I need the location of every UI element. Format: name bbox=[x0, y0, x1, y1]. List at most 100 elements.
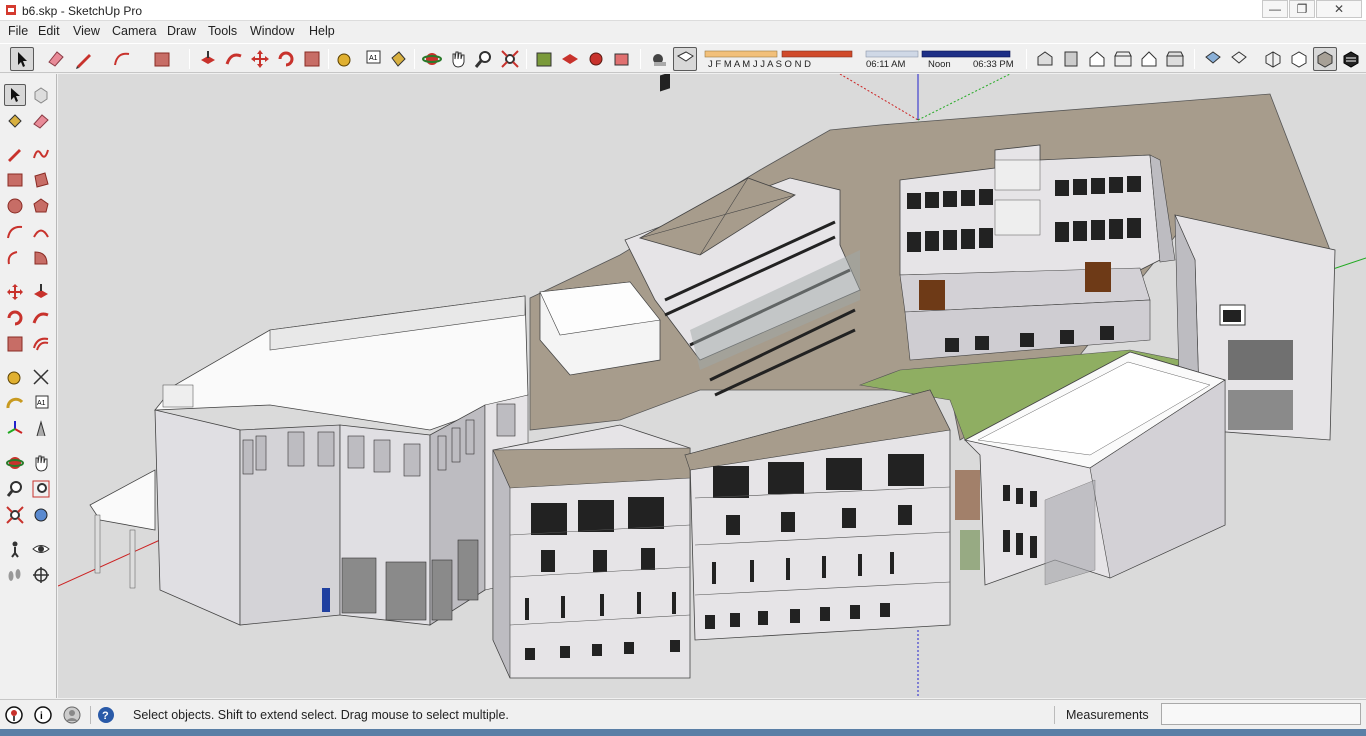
right-building-window bbox=[1228, 340, 1293, 380]
credits-icon[interactable]: i bbox=[33, 705, 53, 725]
left-tape-measure-button[interactable] bbox=[4, 366, 26, 388]
protractor-icon bbox=[6, 397, 24, 409]
left-scale-button[interactable] bbox=[4, 333, 26, 355]
left-arc-button[interactable] bbox=[4, 221, 26, 243]
menu-file[interactable]: File bbox=[8, 24, 28, 38]
warehouse-button[interactable] bbox=[532, 47, 556, 71]
view-iso-button[interactable] bbox=[1033, 47, 1057, 71]
left-follow-me-button[interactable] bbox=[30, 307, 52, 329]
pan-tool-button[interactable] bbox=[446, 47, 470, 71]
left-zoom-window-button[interactable] bbox=[30, 478, 52, 500]
left-pie-button[interactable] bbox=[30, 247, 52, 269]
follow-me-tool-button[interactable] bbox=[222, 47, 246, 71]
xray-style-button[interactable] bbox=[1201, 47, 1225, 71]
model-viewport[interactable] bbox=[58, 74, 1366, 698]
left-previous-view-button[interactable] bbox=[30, 504, 52, 526]
scale-tool-button[interactable] bbox=[300, 47, 324, 71]
menu-window[interactable]: Window bbox=[250, 24, 294, 38]
left-circle-button[interactable] bbox=[4, 195, 26, 217]
maximize-button[interactable]: ❐ bbox=[1289, 0, 1315, 18]
status-message: Select objects. Shift to extend select. … bbox=[133, 708, 509, 722]
move-tool-button[interactable] bbox=[248, 47, 272, 71]
menu-edit[interactable]: Edit bbox=[38, 24, 60, 38]
orbit-icon bbox=[6, 457, 24, 469]
menu-view[interactable]: View bbox=[73, 24, 100, 38]
left-walk-button[interactable] bbox=[4, 564, 26, 586]
line-tool-button[interactable] bbox=[72, 47, 96, 71]
left-3point-arc-button[interactable] bbox=[4, 247, 26, 269]
wireframe-style-button[interactable] bbox=[1261, 47, 1285, 71]
left-2point-arc-button[interactable] bbox=[30, 221, 52, 243]
left-protractor-button[interactable] bbox=[4, 392, 26, 414]
left-component-button[interactable] bbox=[30, 84, 52, 106]
view-back-button[interactable] bbox=[1137, 47, 1161, 71]
extension-warehouse-button[interactable] bbox=[584, 47, 608, 71]
push-pull-tool-button[interactable] bbox=[196, 47, 220, 71]
left-zoom-button[interactable] bbox=[4, 478, 26, 500]
left-position-camera-button[interactable] bbox=[4, 538, 26, 560]
menu-camera[interactable]: Camera bbox=[112, 24, 156, 38]
left-look-around-button[interactable] bbox=[30, 538, 52, 560]
left-dimension-button[interactable] bbox=[30, 366, 52, 388]
zoom-extents-tool-button[interactable] bbox=[498, 47, 522, 71]
left-zoom-extents-button[interactable] bbox=[4, 504, 26, 526]
rotated-rectangle-icon bbox=[34, 172, 49, 188]
middle-building-windows bbox=[660, 74, 670, 92]
close-button[interactable]: ✕ bbox=[1316, 0, 1362, 18]
left-axes-button[interactable] bbox=[4, 418, 26, 440]
zoom-tool-button[interactable] bbox=[472, 47, 496, 71]
left-text-button[interactable]: A1 bbox=[30, 392, 52, 414]
monochrome-icon bbox=[1343, 51, 1359, 68]
instructor-help-icon[interactable]: ? bbox=[96, 705, 116, 725]
view-right-button[interactable] bbox=[1111, 47, 1135, 71]
paint-bucket-icon bbox=[8, 114, 22, 128]
user-account-icon[interactable] bbox=[62, 705, 82, 725]
left-3d-text-button[interactable] bbox=[30, 418, 52, 440]
left-line-button[interactable] bbox=[4, 143, 26, 165]
tape-measure-tool-button[interactable] bbox=[334, 47, 358, 71]
back-edges-style-button[interactable] bbox=[1227, 47, 1251, 71]
three-point-arc-icon bbox=[7, 251, 18, 265]
left-move-button[interactable] bbox=[4, 281, 26, 303]
paint-bucket-tool-button[interactable] bbox=[386, 47, 410, 71]
left-section-plane-button[interactable] bbox=[30, 564, 52, 586]
left-freehand-button[interactable] bbox=[30, 143, 52, 165]
left-rotate-button[interactable] bbox=[4, 307, 26, 329]
text-tool-button[interactable]: A1 bbox=[360, 47, 384, 71]
left-orbit-button[interactable] bbox=[4, 452, 26, 474]
monochrome-style-button[interactable] bbox=[1339, 47, 1363, 71]
left-polygon-button[interactable] bbox=[30, 195, 52, 217]
arc-tool-button[interactable] bbox=[110, 47, 134, 71]
measurements-input[interactable] bbox=[1161, 703, 1361, 725]
menu-draw[interactable]: Draw bbox=[167, 24, 196, 38]
left-pan-button[interactable] bbox=[30, 452, 52, 474]
select-tool-button[interactable] bbox=[10, 47, 34, 71]
fog-toggle-button[interactable] bbox=[673, 47, 697, 71]
shadow-icon bbox=[653, 54, 666, 66]
eraser-tool-button[interactable] bbox=[44, 47, 68, 71]
hidden-line-style-button[interactable] bbox=[1287, 47, 1311, 71]
left-rectangle-button[interactable] bbox=[4, 169, 26, 191]
hand-icon bbox=[35, 455, 48, 472]
shadows-toggle-button[interactable] bbox=[646, 47, 670, 71]
left-push-pull-button[interactable] bbox=[30, 281, 52, 303]
left-select-button[interactable] bbox=[4, 84, 26, 106]
shaded-style-button[interactable] bbox=[1313, 47, 1337, 71]
menu-help[interactable]: Help bbox=[309, 24, 335, 38]
view-front-button[interactable] bbox=[1085, 47, 1109, 71]
left-rotated-rectangle-button[interactable] bbox=[30, 169, 52, 191]
orbit-tool-button[interactable] bbox=[420, 47, 444, 71]
geo-location-icon[interactable] bbox=[4, 705, 24, 725]
view-top-button[interactable] bbox=[1059, 47, 1083, 71]
left-eraser-button[interactable] bbox=[30, 110, 52, 132]
menu-tools[interactable]: Tools bbox=[208, 24, 237, 38]
share-model-button[interactable] bbox=[610, 47, 634, 71]
minimize-button[interactable]: — bbox=[1262, 0, 1288, 18]
rotate-tool-button[interactable] bbox=[274, 47, 298, 71]
get-models-button[interactable] bbox=[558, 47, 582, 71]
left-offset-button[interactable] bbox=[30, 333, 52, 355]
left-paint-button[interactable] bbox=[4, 110, 26, 132]
zoom-window-icon bbox=[32, 480, 50, 498]
rectangle-tool-button[interactable] bbox=[150, 47, 174, 71]
view-left-button[interactable] bbox=[1163, 47, 1187, 71]
